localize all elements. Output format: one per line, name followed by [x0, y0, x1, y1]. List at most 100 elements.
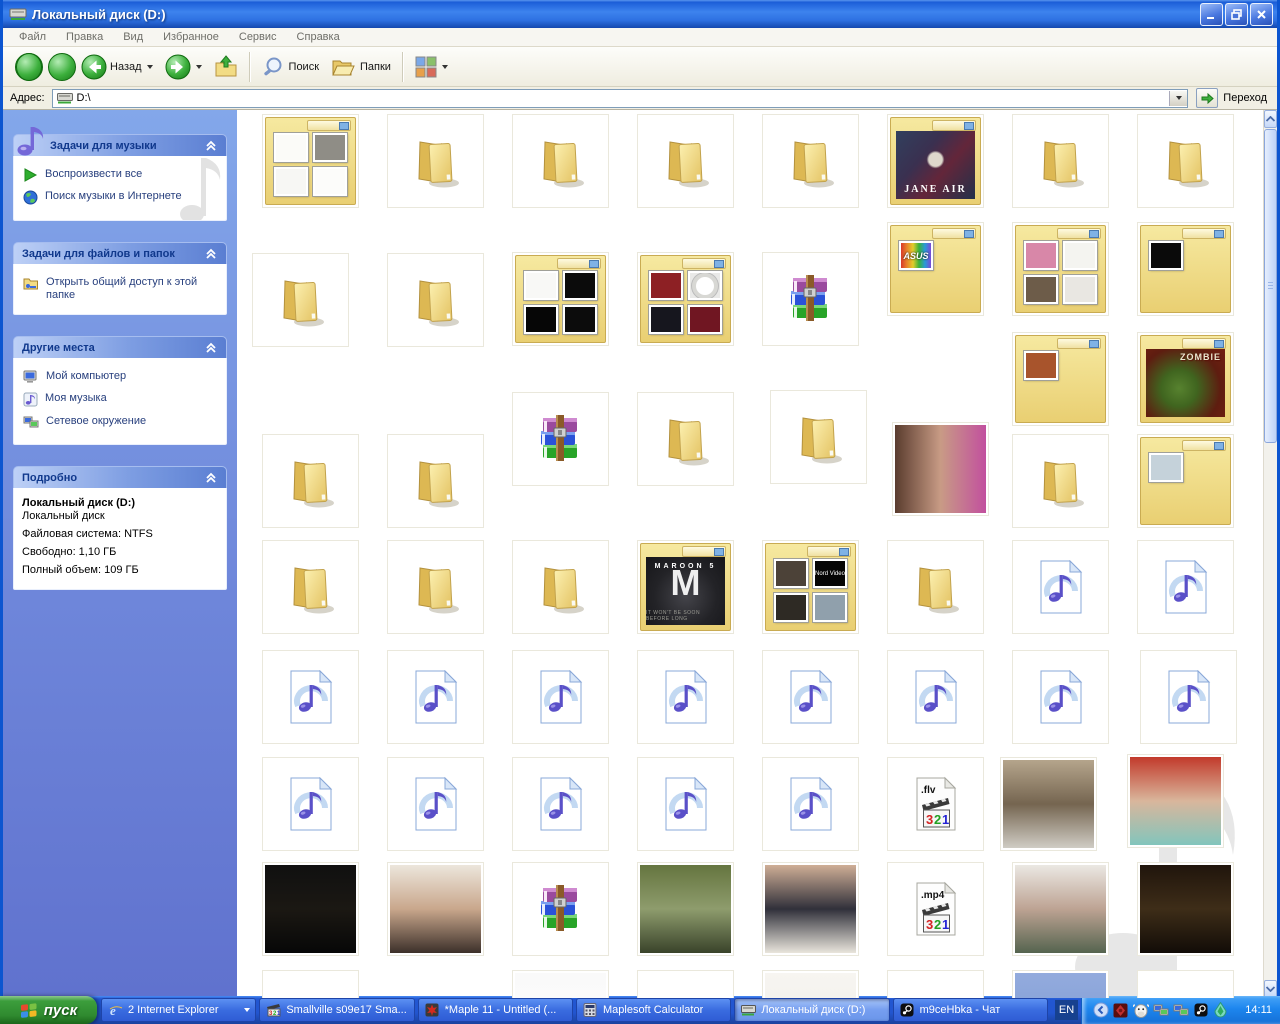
video-file-item[interactable]: .mp4 3 2 1: [887, 862, 984, 956]
tray-network[interactable]: [1172, 1002, 1189, 1019]
folder-item[interactable]: [512, 540, 609, 634]
audio-file-item[interactable]: [387, 650, 484, 744]
audio-file-item[interactable]: [637, 757, 734, 851]
folder-with-preview-item[interactable]: [262, 114, 359, 208]
folder-item[interactable]: [762, 114, 859, 208]
chevron-up-icon[interactable]: [204, 140, 218, 152]
image-file-item[interactable]: [1000, 757, 1097, 851]
folder-item[interactable]: [1012, 434, 1109, 528]
task-label[interactable]: Открыть общий доступ к этой папке: [46, 276, 217, 302]
panel-header-music-tasks[interactable]: Задачи для музыки: [13, 127, 227, 156]
folder-item[interactable]: [637, 114, 734, 208]
album-folder-item[interactable]: ZOMBIE: [1137, 332, 1234, 426]
back-button[interactable]: Назад: [9, 50, 159, 84]
back-dropdown-icon[interactable]: [146, 64, 153, 69]
sidebar-task-play[interactable]: Воспроизвести все: [23, 168, 217, 185]
taskbar-button-drive[interactable]: Локальный диск (D:): [734, 998, 890, 1022]
group-dropdown-icon[interactable]: [244, 1008, 251, 1012]
image-file-item[interactable]: [892, 422, 989, 516]
menu-item-5[interactable]: Сервис: [229, 31, 287, 43]
tray-green-drop[interactable]: [1212, 1002, 1229, 1019]
restore-button[interactable]: [1225, 2, 1248, 26]
clipped-item[interactable]: [1137, 970, 1234, 998]
image-file-item[interactable]: [1137, 862, 1234, 956]
sidebar-task-mymusic[interactable]: Моя музыка: [23, 392, 217, 410]
folder-with-preview-item[interactable]: [1137, 222, 1234, 316]
audio-file-item[interactable]: [762, 650, 859, 744]
audio-file-item[interactable]: [512, 650, 609, 744]
menu-item-3[interactable]: Вид: [113, 31, 153, 43]
clipped-item[interactable]: [637, 970, 734, 998]
folder-with-preview-item[interactable]: Nord Video: [762, 540, 859, 634]
clipped-item[interactable]: [887, 970, 984, 998]
image-file-item[interactable]: [387, 862, 484, 956]
folder-item[interactable]: [1137, 114, 1234, 208]
folder-item[interactable]: [262, 540, 359, 634]
task-label[interactable]: Моя музыка: [45, 392, 107, 405]
views-dropdown-icon[interactable]: [441, 64, 448, 69]
up-button[interactable]: [208, 52, 244, 82]
audio-file-item[interactable]: [1012, 540, 1109, 634]
language-indicator[interactable]: EN: [1055, 1000, 1078, 1020]
chevron-up-icon[interactable]: [204, 248, 218, 260]
task-label[interactable]: Воспроизвести все: [45, 168, 142, 181]
folder-item[interactable]: [770, 390, 867, 484]
folder-item[interactable]: [387, 114, 484, 208]
sidebar-task-share[interactable]: Открыть общий доступ к этой папке: [23, 276, 217, 302]
sidebar-task-globe[interactable]: Поиск музыки в Интернете: [23, 190, 217, 208]
task-label[interactable]: Поиск музыки в Интернете: [45, 190, 182, 203]
go-button[interactable]: [1196, 88, 1219, 108]
menu-item-2[interactable]: Правка: [56, 31, 113, 43]
scroll-up-button[interactable]: [1264, 110, 1277, 128]
chevron-up-icon[interactable]: [204, 472, 218, 484]
chevron-up-icon[interactable]: [204, 342, 218, 354]
taskbar-button-steam[interactable]: m9ceHbka - Чат: [892, 998, 1048, 1022]
image-file-item[interactable]: [762, 970, 859, 998]
search-button[interactable]: Поиск: [256, 53, 325, 81]
scrollbar-thumb[interactable]: [1264, 129, 1277, 443]
clipped-item[interactable]: [262, 970, 359, 998]
archive-file-item[interactable]: [512, 862, 609, 956]
folder-item[interactable]: [252, 253, 349, 347]
menu-item-6[interactable]: Справка: [287, 31, 350, 43]
audio-file-item[interactable]: [762, 757, 859, 851]
task-label[interactable]: Мой компьютер: [46, 370, 126, 383]
views-button[interactable]: [409, 53, 454, 81]
audio-file-item[interactable]: [1140, 650, 1237, 744]
image-file-item[interactable]: [1012, 970, 1109, 998]
file-list-area[interactable]: JANE AIR ASUS ZOMBIE M MAROON 5 IT WON'T BE S…: [237, 110, 1263, 998]
tray-cow-app[interactable]: [1132, 1002, 1149, 1019]
panel-header-file-tasks[interactable]: Задачи для файлов и папок: [13, 242, 227, 264]
sidebar-task-network[interactable]: Сетевое окружение: [23, 415, 217, 432]
close-button[interactable]: [1250, 2, 1273, 26]
video-file-item[interactable]: .flv 3 2 1: [887, 757, 984, 851]
taskbar-button-clapper[interactable]: 3 2 1 Smallville s09e17 Sma...: [259, 998, 415, 1022]
image-file-item[interactable]: [637, 862, 734, 956]
image-file-item[interactable]: [1012, 862, 1109, 956]
minimize-button[interactable]: [1200, 2, 1223, 26]
address-input[interactable]: D:\: [51, 88, 1189, 108]
tray-red-app[interactable]: [1112, 1002, 1129, 1019]
folder-with-preview-item[interactable]: [1137, 434, 1234, 528]
archive-file-item[interactable]: [512, 392, 609, 486]
folder-with-preview-item[interactable]: [1012, 332, 1109, 426]
start-button[interactable]: пуск: [0, 996, 97, 1024]
task-label[interactable]: Сетевое окружение: [46, 415, 146, 428]
folder-item[interactable]: [387, 434, 484, 528]
menu-item-4[interactable]: Избранное: [153, 31, 229, 43]
address-dropdown-button[interactable]: [1169, 90, 1188, 106]
forward-button[interactable]: [159, 51, 208, 83]
folder-item[interactable]: [1012, 114, 1109, 208]
audio-file-item[interactable]: [512, 757, 609, 851]
audio-file-item[interactable]: [887, 650, 984, 744]
audio-file-item[interactable]: [637, 650, 734, 744]
sidebar-task-computer[interactable]: Мой компьютер: [23, 370, 217, 387]
folders-button[interactable]: Папки: [325, 53, 397, 81]
panel-header-details[interactable]: Подробно: [13, 466, 227, 488]
album-folder-item[interactable]: M MAROON 5 IT WON'T BE SOON BEFORE LONG: [637, 540, 734, 634]
album-folder-item[interactable]: JANE AIR: [887, 114, 984, 208]
audio-file-item[interactable]: [262, 757, 359, 851]
tray-network[interactable]: [1152, 1002, 1169, 1019]
folder-item[interactable]: [387, 540, 484, 634]
tray-steam[interactable]: [1192, 1002, 1209, 1019]
